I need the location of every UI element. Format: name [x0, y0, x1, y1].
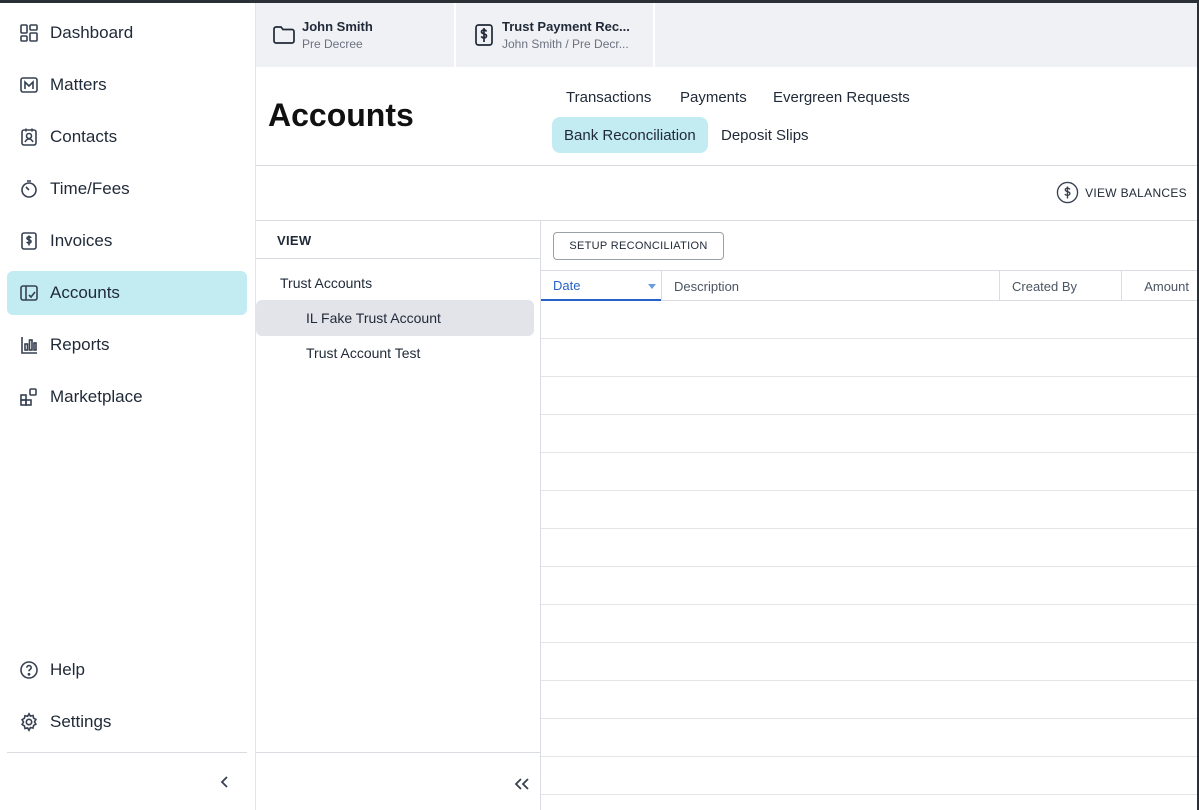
tab-evergreen-requests[interactable]: Evergreen Requests	[761, 79, 922, 115]
tab-john-smith[interactable]: John Smith Pre Decree	[256, 3, 456, 67]
table-row	[541, 643, 1197, 681]
column-header-description[interactable]: Description	[662, 271, 999, 301]
stopwatch-icon	[21, 180, 37, 198]
sidebar-item-label: Settings	[50, 712, 112, 731]
table-row	[541, 339, 1197, 377]
page-title: Accounts	[268, 97, 414, 133]
sidebar-item-invoices[interactable]: Invoices	[7, 219, 247, 263]
column-header-amount[interactable]: Amount	[1122, 271, 1197, 301]
sidebar-item-label: Help	[50, 660, 85, 679]
sidebar-item-label: Contacts	[50, 127, 118, 146]
view-balances-label: VIEW BALANCES	[1085, 185, 1187, 200]
column-label: Description	[674, 278, 740, 294]
table-row	[541, 377, 1197, 415]
matters-icon	[20, 77, 38, 93]
help-icon	[20, 661, 38, 679]
collapse-sidebar-button[interactable]	[214, 771, 236, 793]
view-label: VIEW	[277, 233, 312, 248]
reconciliation-grid: SETUP RECONCILIATION Date Description Cr…	[541, 221, 1197, 810]
sidebar-item-settings[interactable]: Settings	[7, 700, 247, 744]
tab-subtitle: Pre Decree	[302, 37, 363, 51]
sidebar-item-label: Dashboard	[50, 23, 134, 42]
double-chevron-left-icon	[514, 778, 529, 790]
column-label: Created By	[1012, 278, 1078, 294]
table-row	[541, 529, 1197, 567]
table-row	[541, 415, 1197, 453]
tab-title: John Smith	[302, 19, 373, 34]
sidebar-item-label: Invoices	[50, 231, 113, 250]
account-item-il-fake-trust[interactable]: IL Fake Trust Account	[256, 300, 534, 336]
column-header-created-by[interactable]: Created By	[1000, 271, 1121, 301]
sidebar-item-contacts[interactable]: Contacts	[7, 115, 247, 159]
folder-icon	[273, 26, 295, 44]
dashboard-icon	[20, 24, 38, 42]
tab-trust-payment[interactable]: Trust Payment Rec... John Smith / Pre De…	[456, 3, 655, 67]
collapse-panel-button[interactable]	[511, 773, 533, 795]
table-row	[541, 681, 1197, 719]
sidebar-item-label: Matters	[50, 75, 107, 94]
table-row	[541, 567, 1197, 605]
sidebar-item-accounts[interactable]: Accounts	[7, 271, 247, 315]
dollar-circle-icon	[1056, 181, 1079, 204]
gear-icon	[21, 712, 37, 732]
setup-reconciliation-button[interactable]: SETUP RECONCILIATION	[553, 232, 724, 260]
table-row	[541, 453, 1197, 491]
tab-deposit-slips[interactable]: Deposit Slips	[709, 117, 821, 153]
table-row	[541, 491, 1197, 529]
account-group-trust[interactable]: Trust Accounts	[280, 275, 372, 291]
invoice-icon	[21, 232, 37, 250]
account-panel: VIEW Trust Accounts IL Fake Trust Accoun…	[256, 221, 541, 810]
sidebar-item-reports[interactable]: Reports	[7, 323, 247, 367]
panel-divider	[256, 752, 540, 753]
tab-title: Trust Payment Rec...	[502, 19, 630, 34]
tab-subtitle: John Smith / Pre Decr...	[502, 37, 629, 51]
document-tab-strip: John Smith Pre Decree Trust Payment Rec.…	[256, 3, 1197, 67]
toolbar: VIEW BALANCES	[256, 166, 1197, 221]
column-header-date[interactable]: Date	[541, 271, 661, 301]
marketplace-icon	[20, 388, 37, 406]
dollar-document-icon	[475, 24, 493, 46]
sidebar-item-dashboard[interactable]: Dashboard	[7, 11, 247, 55]
tab-payments[interactable]: Payments	[668, 79, 759, 115]
sidebar-item-time-fees[interactable]: Time/Fees	[7, 167, 247, 211]
account-item-trust-account-test[interactable]: Trust Account Test	[256, 335, 534, 371]
chevron-left-icon	[220, 776, 228, 788]
sort-descending-icon	[648, 284, 656, 289]
sidebar: Dashboard Matters Contacts Time/Fees Inv…	[0, 3, 256, 810]
sidebar-item-label: Marketplace	[50, 387, 143, 406]
column-label: Amount	[1144, 278, 1189, 294]
table-row	[541, 605, 1197, 643]
view-balances-button[interactable]: VIEW BALANCES	[1056, 181, 1187, 204]
sidebar-item-help[interactable]: Help	[7, 648, 247, 692]
sidebar-item-label: Reports	[50, 335, 110, 354]
sidebar-divider	[7, 752, 247, 753]
table-row	[541, 719, 1197, 757]
sidebar-item-label: Time/Fees	[50, 179, 130, 198]
sidebar-item-marketplace[interactable]: Marketplace	[7, 375, 247, 419]
table-row	[541, 301, 1197, 339]
panel-divider	[256, 258, 540, 259]
page-header: Accounts Transactions Payments Evergreen…	[256, 67, 1197, 166]
reports-icon	[21, 337, 37, 354]
tab-bank-reconciliation[interactable]: Bank Reconciliation	[552, 117, 708, 153]
tab-transactions[interactable]: Transactions	[554, 79, 663, 115]
accounts-icon	[20, 285, 38, 301]
column-label: Date	[553, 277, 581, 293]
sidebar-item-label: Accounts	[50, 283, 120, 302]
sidebar-item-matters[interactable]: Matters	[7, 63, 247, 107]
contacts-icon	[21, 128, 37, 146]
grid-header: Date Description Created By Amount	[541, 270, 1197, 301]
table-row	[541, 757, 1197, 795]
